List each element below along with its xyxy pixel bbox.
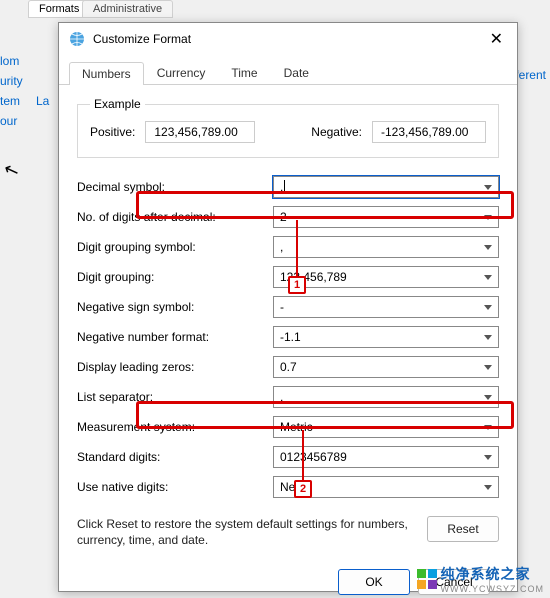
bg-left-nav: lom urity tem our bbox=[0, 54, 23, 134]
std-digits-label: Standard digits: bbox=[77, 450, 273, 464]
watermark-url: WWW.YCWSYZ.COM bbox=[441, 584, 545, 594]
neg-sign-combo[interactable]: - bbox=[273, 296, 499, 318]
watermark: 纯净系统之家 WWW.YCWSYZ.COM bbox=[417, 564, 545, 594]
tab-strip: Numbers Currency Time Date bbox=[59, 55, 517, 85]
decimal-symbol-label: Decimal symbol: bbox=[77, 180, 273, 194]
bg-tab-administrative[interactable]: Administrative bbox=[82, 0, 173, 18]
example-legend: Example bbox=[90, 97, 145, 111]
globe-icon bbox=[69, 31, 85, 47]
list-sep-combo[interactable]: , bbox=[273, 386, 499, 408]
positive-value: 123,456,789.00 bbox=[145, 121, 255, 143]
measurement-label: Measurement system: bbox=[77, 420, 273, 434]
footer-note: Click Reset to restore the system defaul… bbox=[77, 516, 499, 548]
footer-text: Click Reset to restore the system defaul… bbox=[77, 516, 415, 548]
leading-zeros-label: Display leading zeros: bbox=[77, 360, 273, 374]
digits-after-combo[interactable]: 2 bbox=[273, 206, 499, 228]
number-settings: Decimal symbol: . No. of digits after de… bbox=[77, 172, 499, 502]
title-bar: Customize Format ✕ bbox=[59, 23, 517, 55]
tab-time[interactable]: Time bbox=[218, 61, 270, 84]
bg-left-item[interactable]: urity bbox=[0, 74, 23, 88]
decimal-symbol-combo[interactable]: . bbox=[273, 176, 499, 198]
digit-grouping-combo[interactable]: 123,456,789 bbox=[273, 266, 499, 288]
mouse-cursor-icon: ↖ bbox=[1, 158, 22, 183]
neg-format-combo[interactable]: -1.1 bbox=[273, 326, 499, 348]
bg-tab-formats[interactable]: Formats bbox=[28, 0, 90, 18]
example-group: Example Positive: 123,456,789.00 Negativ… bbox=[77, 97, 499, 158]
customize-format-dialog: Customize Format ✕ Numbers Currency Time… bbox=[58, 22, 518, 592]
native-digits-label: Use native digits: bbox=[77, 480, 273, 494]
digit-grouping-label: Digit grouping: bbox=[77, 270, 273, 284]
neg-sign-label: Negative sign symbol: bbox=[77, 300, 273, 314]
positive-label: Positive: bbox=[90, 125, 135, 139]
measurement-combo[interactable]: Metric bbox=[273, 416, 499, 438]
tab-content: Example Positive: 123,456,789.00 Negativ… bbox=[59, 85, 517, 591]
grouping-symbol-combo[interactable]: , bbox=[273, 236, 499, 258]
bg-left-item[interactable]: our bbox=[0, 114, 23, 128]
grouping-symbol-label: Digit grouping symbol: bbox=[77, 240, 273, 254]
watermark-text: 纯净系统之家 bbox=[441, 564, 545, 584]
tab-currency[interactable]: Currency bbox=[144, 61, 219, 84]
native-digits-combo[interactable]: Never bbox=[273, 476, 499, 498]
bg-left-item[interactable]: lom bbox=[0, 54, 23, 68]
close-button[interactable]: ✕ bbox=[486, 29, 507, 49]
tab-numbers[interactable]: Numbers bbox=[69, 62, 144, 85]
negative-label: Negative: bbox=[311, 125, 362, 139]
tab-date[interactable]: Date bbox=[271, 61, 322, 84]
reset-button[interactable]: Reset bbox=[427, 516, 499, 542]
negative-value: -123,456,789.00 bbox=[372, 121, 486, 143]
digits-after-label: No. of digits after decimal: bbox=[77, 210, 273, 224]
watermark-logo-icon bbox=[417, 569, 437, 589]
neg-format-label: Negative number format: bbox=[77, 330, 273, 344]
dialog-title: Customize Format bbox=[93, 32, 486, 46]
bg-link-la[interactable]: La bbox=[36, 94, 49, 108]
list-sep-label: List separator: bbox=[77, 390, 273, 404]
bg-left-item[interactable]: tem bbox=[0, 94, 23, 108]
leading-zeros-combo[interactable]: 0.7 bbox=[273, 356, 499, 378]
ok-button[interactable]: OK bbox=[338, 569, 410, 595]
std-digits-combo[interactable]: 0123456789 bbox=[273, 446, 499, 468]
